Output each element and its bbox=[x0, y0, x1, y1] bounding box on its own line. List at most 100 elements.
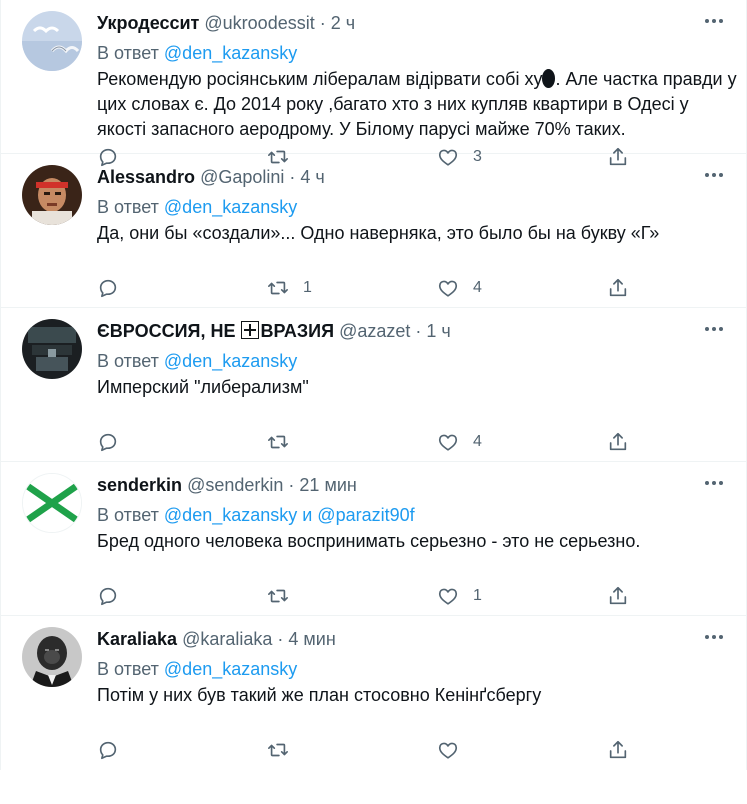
green-cross-flag-avatar bbox=[23, 474, 81, 532]
more-options-icon[interactable] bbox=[702, 317, 726, 341]
avatar[interactable] bbox=[22, 627, 82, 687]
tweet-text: Да, они бы «создали»... Одно наверняка, … bbox=[97, 223, 660, 243]
dark-hall-avatar bbox=[22, 319, 82, 379]
retweet-count: 1 bbox=[303, 279, 312, 296]
share-icon bbox=[609, 740, 627, 759]
mention-link[interactable]: @den_kazansky и @parazit90f bbox=[164, 505, 415, 525]
tweet-actions bbox=[97, 740, 657, 786]
timestamp[interactable]: 1 ч bbox=[426, 321, 450, 341]
like-button[interactable]: 4 bbox=[437, 430, 482, 454]
like-button[interactable]: 4 bbox=[437, 276, 482, 300]
more-options-icon[interactable] bbox=[702, 163, 726, 187]
separator-dot: · bbox=[319, 13, 326, 33]
timestamp[interactable]: 2 ч bbox=[331, 13, 355, 33]
tweet-text: Рекомендую росіянським лібералам відірва… bbox=[97, 67, 737, 142]
tweet[interactable]: ЄВРОССИЯ, НЕ ВРАЗИЯ @azazet · 1 ч В отве… bbox=[1, 308, 746, 462]
reply-prefix: В ответ bbox=[97, 197, 159, 217]
timestamp[interactable]: 4 ч bbox=[300, 167, 324, 187]
flag-icon bbox=[241, 321, 260, 339]
like-button[interactable]: 1 bbox=[437, 584, 482, 608]
heart-icon bbox=[438, 434, 458, 451]
tweet-header: Alessandro @Gapolini · 4 ч bbox=[97, 165, 676, 189]
tweet-header: Укродессит @ukroodessit · 2 ч bbox=[97, 11, 676, 35]
user-handle[interactable]: @azazet bbox=[339, 321, 410, 341]
tweet-text: Потім у них був такий же план стосовно К… bbox=[97, 685, 542, 705]
separator-dot: · bbox=[289, 167, 296, 187]
censor-blot bbox=[542, 69, 556, 88]
reply-icon bbox=[99, 279, 117, 298]
reply-prefix: В ответ bbox=[97, 43, 159, 63]
reply-context: В ответ @den_kazansky bbox=[97, 657, 297, 681]
mention-link[interactable]: @den_kazansky bbox=[164, 197, 297, 217]
tweet[interactable]: Alessandro @Gapolini · 4 ч В ответ @den_… bbox=[1, 154, 746, 308]
share-button[interactable] bbox=[607, 584, 629, 608]
separator-dot: · bbox=[415, 321, 422, 341]
retweet-icon bbox=[268, 589, 288, 603]
display-name[interactable]: senderkin bbox=[97, 475, 182, 495]
tweet-text: Бред одного человека воспринимать серьез… bbox=[97, 531, 641, 551]
tweet-header: senderkin @senderkin · 21 мин bbox=[97, 473, 676, 497]
timestamp[interactable]: 21 мин bbox=[299, 475, 356, 495]
retweet-button[interactable] bbox=[267, 584, 303, 608]
tweet-text: Имперский "либерализм" bbox=[97, 377, 309, 397]
reply-icon bbox=[99, 433, 117, 452]
user-handle[interactable]: @senderkin bbox=[187, 475, 283, 495]
timestamp[interactable]: 4 мин bbox=[288, 629, 335, 649]
retweet-icon bbox=[268, 435, 288, 449]
heart-icon bbox=[438, 588, 458, 605]
reply-context: В ответ @den_kazansky и @parazit90f bbox=[97, 503, 415, 527]
reply-prefix: В ответ bbox=[97, 659, 159, 679]
like-count: 4 bbox=[473, 433, 482, 450]
display-name[interactable]: Karaliaka bbox=[97, 629, 177, 649]
tweet-header: Karaliaka @karaliaka · 4 мин bbox=[97, 627, 676, 651]
avatar[interactable] bbox=[22, 473, 82, 533]
tweet[interactable]: senderkin @senderkin · 21 мин В ответ @d… bbox=[1, 462, 746, 616]
tweet-header: ЄВРОССИЯ, НЕ ВРАЗИЯ @azazet · 1 ч bbox=[97, 319, 676, 343]
user-handle[interactable]: @ukroodessit bbox=[204, 13, 314, 33]
share-button[interactable] bbox=[607, 276, 629, 300]
separator-dot: · bbox=[277, 629, 284, 649]
more-options-icon[interactable] bbox=[702, 471, 726, 495]
retweet-button[interactable] bbox=[267, 738, 303, 762]
mention-link[interactable]: @den_kazansky bbox=[164, 43, 297, 63]
reply-context: В ответ @den_kazansky bbox=[97, 349, 297, 373]
share-button[interactable] bbox=[607, 738, 629, 762]
reply-thread: Укродессит @ukroodessit · 2 ч В ответ @d… bbox=[0, 0, 747, 770]
like-button[interactable] bbox=[437, 738, 473, 762]
retweet-button[interactable] bbox=[267, 430, 303, 454]
user-handle[interactable]: @Gapolini bbox=[200, 167, 284, 187]
reply-button[interactable] bbox=[97, 738, 133, 762]
avatar[interactable] bbox=[22, 165, 82, 225]
reply-button[interactable] bbox=[97, 276, 133, 300]
heart-icon bbox=[438, 280, 458, 297]
share-button[interactable] bbox=[607, 430, 629, 454]
mention-link[interactable]: @den_kazansky bbox=[164, 659, 297, 679]
retweet-button[interactable]: 1 bbox=[267, 276, 312, 300]
separator-dot: · bbox=[288, 475, 295, 495]
avatar[interactable] bbox=[22, 319, 82, 379]
tweet[interactable]: Укродессит @ukroodessit · 2 ч В ответ @d… bbox=[1, 0, 746, 167]
reply-prefix: В ответ bbox=[97, 351, 159, 371]
man-red-headband-avatar bbox=[22, 165, 82, 225]
display-name[interactable]: Alessandro bbox=[97, 167, 195, 187]
avatar[interactable] bbox=[22, 11, 82, 71]
reply-icon bbox=[99, 587, 117, 606]
gorilla-suit-avatar bbox=[22, 627, 82, 687]
reply-prefix: В ответ bbox=[97, 505, 159, 525]
like-count: 1 bbox=[473, 587, 482, 604]
display-name[interactable]: ЄВРОССИЯ, НЕ ВРАЗИЯ bbox=[97, 321, 334, 341]
display-name[interactable]: Укродессит bbox=[97, 13, 199, 33]
more-options-icon[interactable] bbox=[702, 625, 726, 649]
user-handle[interactable]: @karaliaka bbox=[182, 629, 272, 649]
heart-icon bbox=[438, 742, 458, 759]
share-icon bbox=[609, 432, 627, 451]
reply-context: В ответ @den_kazansky bbox=[97, 41, 297, 65]
reply-context: В ответ @den_kazansky bbox=[97, 195, 297, 219]
reply-button[interactable] bbox=[97, 430, 133, 454]
mention-link[interactable]: @den_kazansky bbox=[164, 351, 297, 371]
retweet-icon bbox=[268, 281, 288, 295]
reply-button[interactable] bbox=[97, 584, 133, 608]
tweet[interactable]: Karaliaka @karaliaka · 4 мин В ответ @de… bbox=[1, 616, 746, 770]
seagulls-sky-avatar bbox=[22, 11, 82, 71]
more-options-icon[interactable] bbox=[702, 9, 726, 33]
